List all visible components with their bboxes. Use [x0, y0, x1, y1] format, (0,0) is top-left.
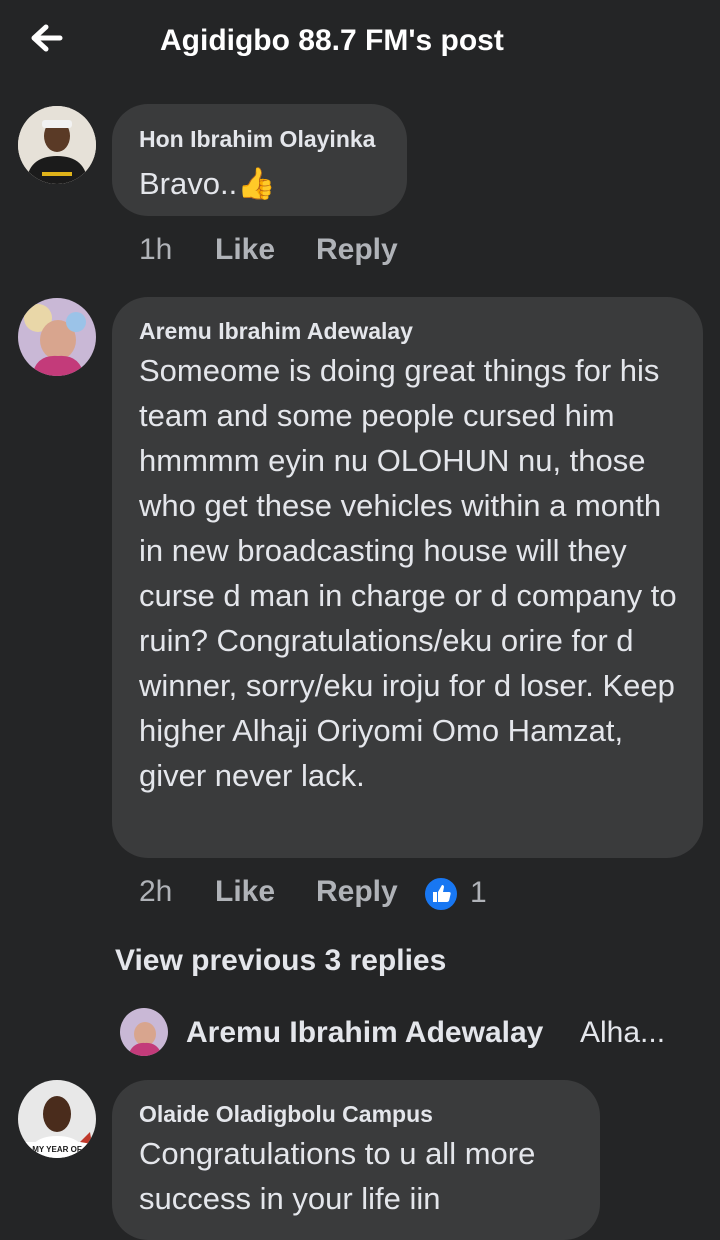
comment-bubble: Hon Ibrahim Olayinka Bravo..👍 — [112, 104, 407, 216]
back-arrow-icon[interactable] — [22, 18, 74, 62]
comment-time: 1h — [139, 233, 173, 266]
reply-button[interactable]: Reply — [316, 875, 398, 909]
comment-bubble: Aremu Ibrahim Adewalay Someome is doing … — [112, 297, 703, 858]
avatar[interactable] — [18, 298, 96, 376]
comment-text: Congratulations to u all more success in… — [139, 1136, 536, 1216]
comment-bubble: Olaide Oladigbolu Campus Congratulations… — [112, 1080, 600, 1240]
reply-button[interactable]: Reply — [316, 233, 398, 267]
comment-author[interactable]: Hon Ibrahim Olayinka — [139, 126, 375, 153]
like-button[interactable]: Like — [215, 233, 275, 267]
svg-text:MY YEAR OF: MY YEAR OF — [32, 1145, 82, 1154]
comment-text: Bravo..👍 — [139, 166, 276, 201]
view-previous-replies-link[interactable]: View previous 3 replies — [115, 944, 446, 978]
reply-preview-row[interactable]: Aremu Ibrahim Adewalay Alha... — [120, 1008, 680, 1058]
reply-preview-text: Alha... — [580, 1016, 666, 1049]
like-button[interactable]: Like — [215, 875, 275, 909]
reply-author[interactable]: Aremu Ibrahim Adewalay — [186, 1016, 543, 1050]
avatar[interactable]: MY YEAR OF — [18, 1080, 96, 1158]
avatar[interactable] — [18, 106, 96, 184]
top-bar: Agidigbo 88.7 FM's post — [0, 0, 720, 88]
comment-text: Someome is doing great things for his te… — [139, 353, 677, 793]
avatar — [120, 1008, 168, 1056]
page-title: Agidigbo 88.7 FM's post — [160, 24, 504, 57]
comment-time: 2h — [139, 875, 173, 908]
like-reaction-icon[interactable] — [423, 876, 459, 912]
reaction-count: 1 — [470, 876, 487, 909]
comment-author[interactable]: Olaide Oladigbolu Campus — [139, 1101, 433, 1128]
comment-author[interactable]: Aremu Ibrahim Adewalay — [139, 318, 413, 345]
